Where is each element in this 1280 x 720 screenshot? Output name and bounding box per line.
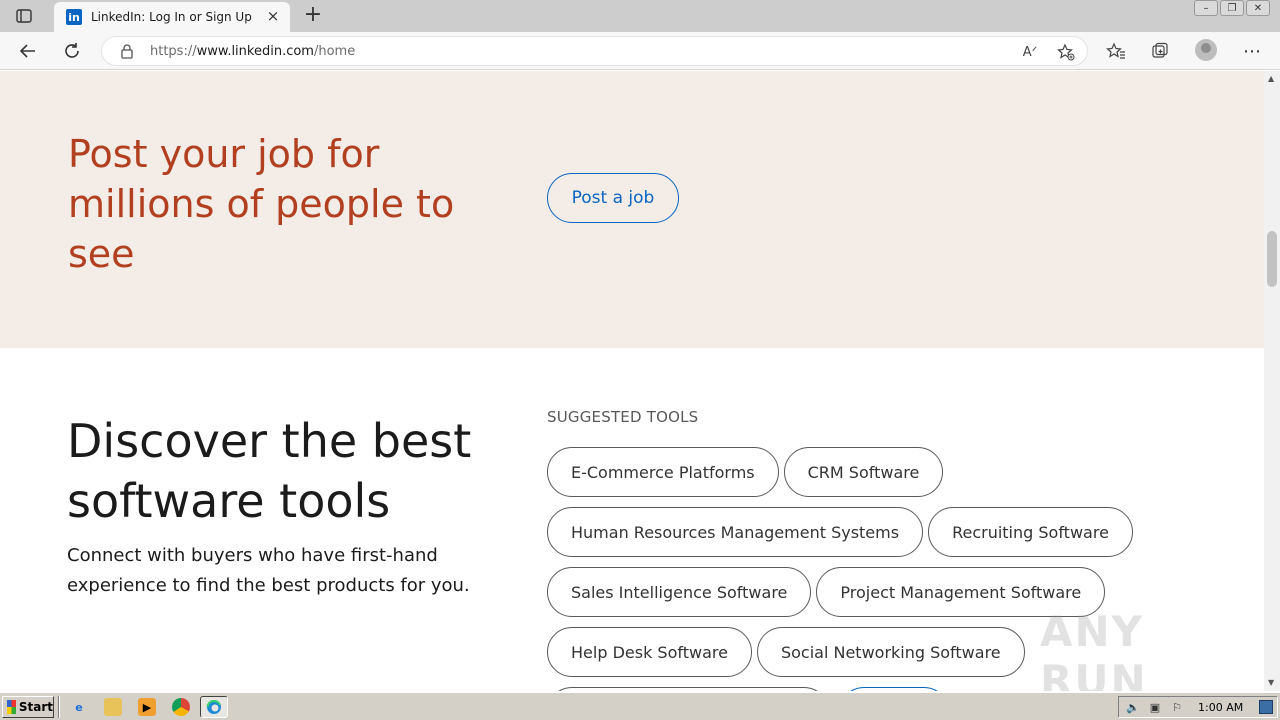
more-options-icon[interactable]: ⋯: [1240, 40, 1264, 62]
close-window-button[interactable]: ✕: [1246, 0, 1270, 16]
tool-pill-hr-management-systems[interactable]: Human Resources Management Systems: [547, 507, 924, 557]
tool-pill-partial[interactable]: [547, 687, 829, 691]
restore-button[interactable]: ❐: [1220, 0, 1244, 16]
profile-avatar-icon[interactable]: [1195, 39, 1217, 61]
scroll-up-icon[interactable]: ▲: [1268, 75, 1276, 83]
windows-flag-icon: [7, 700, 16, 714]
media-player-icon[interactable]: ▶: [138, 698, 156, 716]
network-icon[interactable]: ▣: [1147, 700, 1163, 714]
tools-row: E-Commerce Platforms CRM Software: [547, 447, 1167, 497]
action-center-flag-icon[interactable]: ⚐: [1169, 700, 1185, 714]
tab-actions-icon[interactable]: [8, 6, 40, 26]
url-path: /home: [313, 44, 356, 59]
tools-row: Human Resources Management Systems Recru…: [547, 507, 1167, 557]
clock[interactable]: 1:00 AM: [1198, 701, 1243, 714]
taskbar-separator: [58, 696, 60, 718]
system-tray: 🔈 ▣ ⚐ 1:00 AM: [1118, 696, 1278, 718]
show-all-pill-partial[interactable]: [839, 687, 949, 691]
suggested-tools-label: SUGGESTED TOOLS: [547, 408, 699, 426]
show-desktop-icon[interactable]: [1259, 700, 1273, 714]
tool-pill-help-desk-software[interactable]: Help Desk Software: [547, 627, 752, 677]
anyrun-watermark: ANY RUN: [1040, 607, 1148, 691]
lock-icon[interactable]: [120, 44, 134, 59]
edge-taskbar-button[interactable]: [200, 696, 228, 718]
linkedin-favicon-icon: in: [66, 9, 82, 25]
post-job-section: Post your job for millions of people to …: [0, 71, 1264, 348]
internet-explorer-icon[interactable]: e: [70, 698, 88, 716]
tool-pill-crm-software[interactable]: CRM Software: [783, 447, 944, 497]
browser-toolbar: https://www.linkedin.com/home Aᐟ ⋯: [0, 32, 1280, 70]
favorites-icon[interactable]: [1104, 40, 1128, 62]
discover-subtitle: Connect with buyers who have first-hand …: [67, 545, 470, 596]
start-label: Start: [18, 700, 53, 714]
url-text[interactable]: https://www.linkedin.com/home: [150, 44, 355, 59]
tool-pill-recruiting-software[interactable]: Recruiting Software: [928, 507, 1133, 557]
tool-pill-social-networking-software[interactable]: Social Networking Software: [756, 627, 1025, 677]
edge-icon: [206, 699, 221, 714]
address-bar[interactable]: https://www.linkedin.com/home Aᐟ: [101, 36, 1088, 66]
file-explorer-icon[interactable]: [104, 698, 122, 716]
add-favorite-icon[interactable]: [1056, 43, 1076, 61]
post-job-headline: Post your job for millions of people to …: [68, 132, 455, 276]
url-scheme: https://: [150, 44, 197, 59]
new-tab-button[interactable]: +: [302, 4, 324, 27]
post-a-job-button[interactable]: Post a job: [547, 173, 679, 223]
discover-headline: Discover the best software tools: [67, 414, 472, 528]
read-aloud-icon[interactable]: Aᐟ: [1020, 43, 1040, 61]
scrollbar-thumb[interactable]: [1267, 231, 1277, 287]
taskbar: Start e ▶ 🔈 ▣ ⚐ 1:00 AM: [0, 692, 1280, 720]
refresh-button[interactable]: [60, 40, 84, 62]
volume-icon[interactable]: 🔈: [1125, 700, 1141, 714]
window-controls: – ❐ ✕: [1192, 0, 1270, 18]
page-viewport: Post your job for millions of people to …: [0, 71, 1264, 691]
url-host: www.linkedin.com: [196, 44, 314, 59]
tool-pill-e-commerce-platforms[interactable]: E-Commerce Platforms: [547, 447, 779, 497]
scroll-down-icon[interactable]: ▼: [1268, 679, 1276, 687]
active-tab[interactable]: in LinkedIn: Log In or Sign Up ×: [54, 2, 290, 32]
minimize-button[interactable]: –: [1194, 0, 1218, 16]
tool-pill-sales-intelligence-software[interactable]: Sales Intelligence Software: [547, 567, 812, 617]
tab-bar: in LinkedIn: Log In or Sign Up × + – ❐ ✕: [0, 0, 1280, 32]
start-button[interactable]: Start: [2, 696, 54, 718]
close-tab-icon[interactable]: ×: [266, 9, 280, 24]
page-scrollbar[interactable]: ▲ ▼: [1264, 71, 1280, 691]
collections-icon[interactable]: [1148, 40, 1172, 62]
back-button[interactable]: [16, 40, 40, 62]
tab-title: LinkedIn: Log In or Sign Up: [91, 10, 252, 24]
chrome-icon[interactable]: [172, 698, 190, 716]
